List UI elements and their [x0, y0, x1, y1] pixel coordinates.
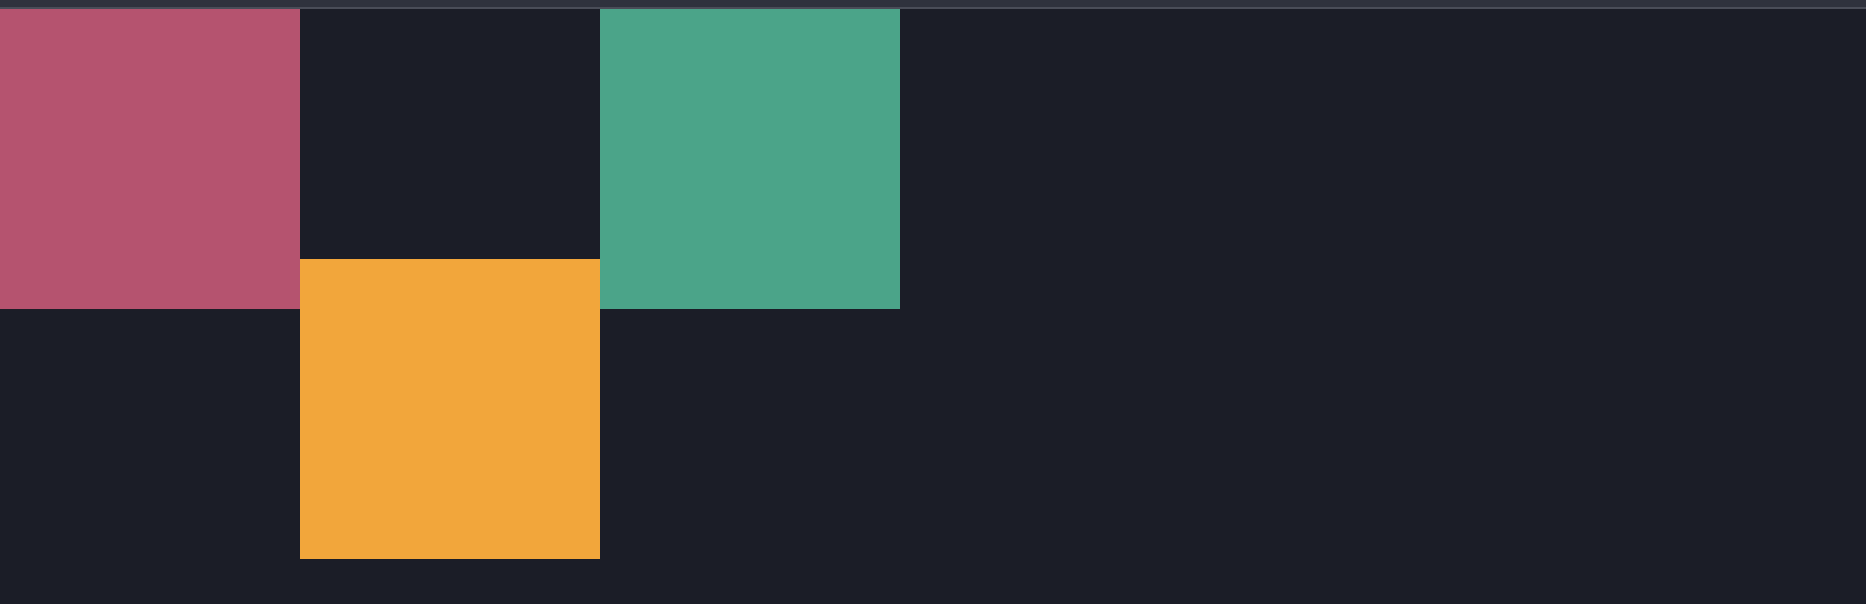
app-window — [0, 0, 1866, 604]
top-toolbar-strip — [0, 0, 1866, 9]
color-block-pink — [0, 9, 300, 309]
color-block-orange — [300, 259, 600, 559]
color-block-teal — [600, 9, 900, 309]
canvas — [0, 9, 1866, 604]
